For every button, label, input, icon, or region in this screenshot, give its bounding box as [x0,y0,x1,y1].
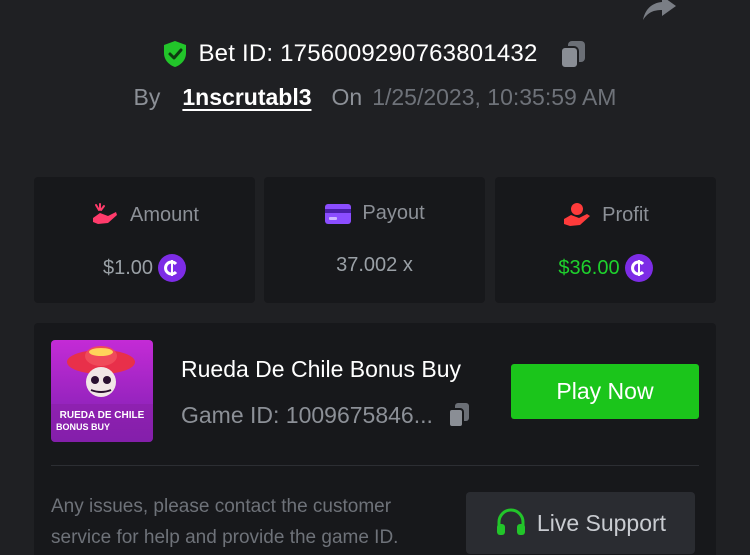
on-label: On [331,84,363,110]
payout-label: Payout [362,202,425,224]
payout-card: Payout 37.002 x [264,177,485,303]
share-icon[interactable] [640,0,680,22]
amount-card: Amount $1.00 [34,177,255,303]
play-now-button[interactable]: Play Now [511,364,699,419]
copy-game-id-icon[interactable] [447,401,471,429]
coin-icon [158,254,187,282]
by-label: By [133,84,161,110]
game-id-text: Game ID: 1009675846... [181,401,433,428]
amount-label: Amount [130,203,199,226]
thumb-subtitle: BONUS BUY [56,422,110,432]
headset-icon [496,508,525,535]
coin-icon [624,254,653,282]
username-link[interactable]: 1nscrutabl3 [182,84,311,111]
payout-value: 37.002 x [336,254,413,276]
bet-id-text: Bet ID: 1756009290763801432 [198,40,538,67]
profit-card: Profit $36.00 [495,177,716,303]
money-hand-icon [93,203,118,224]
game-panel: RUEDA DE CHILE BONUS BUY Rueda De Chile … [34,323,716,555]
live-support-button[interactable]: Live Support [466,492,695,554]
help-text: Any issues, please contact the customer … [51,496,399,548]
bet-author-row: By 1nscrutabl3 On 1/25/2023, 10:35:59 AM [0,84,750,111]
copy-bet-id-icon[interactable] [558,38,588,70]
live-support-label: Live Support [536,509,667,536]
game-thumbnail[interactable]: RUEDA DE CHILE BONUS BUY [51,340,153,442]
profit-value: $36.00 [558,256,620,279]
card-icon [325,203,352,224]
profit-label: Profit [602,203,649,226]
verified-shield-icon [164,41,187,67]
profit-hand-icon [564,203,591,226]
bet-id-row: Bet ID: 1756009290763801432 [0,38,750,70]
divider [51,465,699,466]
amount-value: $1.00 [102,256,154,279]
thumb-title: RUEDA DE CHILE [60,410,145,421]
bet-date: 1/25/2023, 10:35:59 AM [372,84,617,110]
game-title[interactable]: Rueda De Chile Bonus Buy [181,356,461,383]
game-id-row: Game ID: 1009675846... [181,401,471,429]
